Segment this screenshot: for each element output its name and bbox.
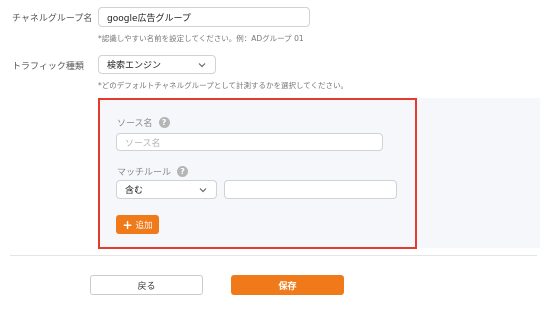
- help-icon[interactable]: ?: [177, 166, 189, 177]
- help-icon[interactable]: ?: [158, 117, 170, 128]
- add-button-label: 追加: [135, 220, 153, 231]
- source-name-label: ソース名: [117, 119, 153, 129]
- chevron-down-icon: [198, 62, 206, 67]
- match-rule-label: マッチルール: [117, 168, 172, 178]
- channel-group-hint: *認識しやすい名前を設定してください。例：ADグループ 01: [98, 34, 304, 43]
- traffic-type-value: 検索エンジン: [107, 61, 162, 71]
- divider: [10, 255, 537, 256]
- plus-icon: +: [122, 217, 133, 232]
- traffic-type-hint: *どのデフォルトチャネルグループとして計測するかを選択してください。: [98, 81, 349, 90]
- add-button[interactable]: + 追加: [116, 215, 159, 234]
- save-button[interactable]: 保存: [231, 275, 344, 295]
- channel-group-value: google広告グループ: [107, 13, 191, 24]
- chevron-down-icon: [199, 187, 207, 192]
- channel-group-label: チャネルグループ名: [12, 14, 93, 24]
- match-value-input[interactable]: [224, 180, 397, 199]
- traffic-type-select[interactable]: 検索エンジン: [98, 55, 216, 74]
- match-rule-label-row: マッチルール ?: [117, 165, 189, 178]
- channel-group-input[interactable]: google広告グループ: [98, 7, 310, 27]
- save-button-label: 保存: [278, 281, 297, 292]
- match-condition-value: 含む: [125, 186, 144, 196]
- source-name-placeholder: ソース名: [125, 138, 161, 149]
- traffic-type-label: トラフィック種類: [12, 62, 84, 72]
- back-button-label: 戻る: [137, 281, 156, 292]
- back-button[interactable]: 戻る: [90, 275, 203, 295]
- source-name-input[interactable]: ソース名: [116, 133, 383, 151]
- match-condition-select[interactable]: 含む: [116, 180, 217, 199]
- source-name-label-row: ソース名 ?: [117, 116, 170, 129]
